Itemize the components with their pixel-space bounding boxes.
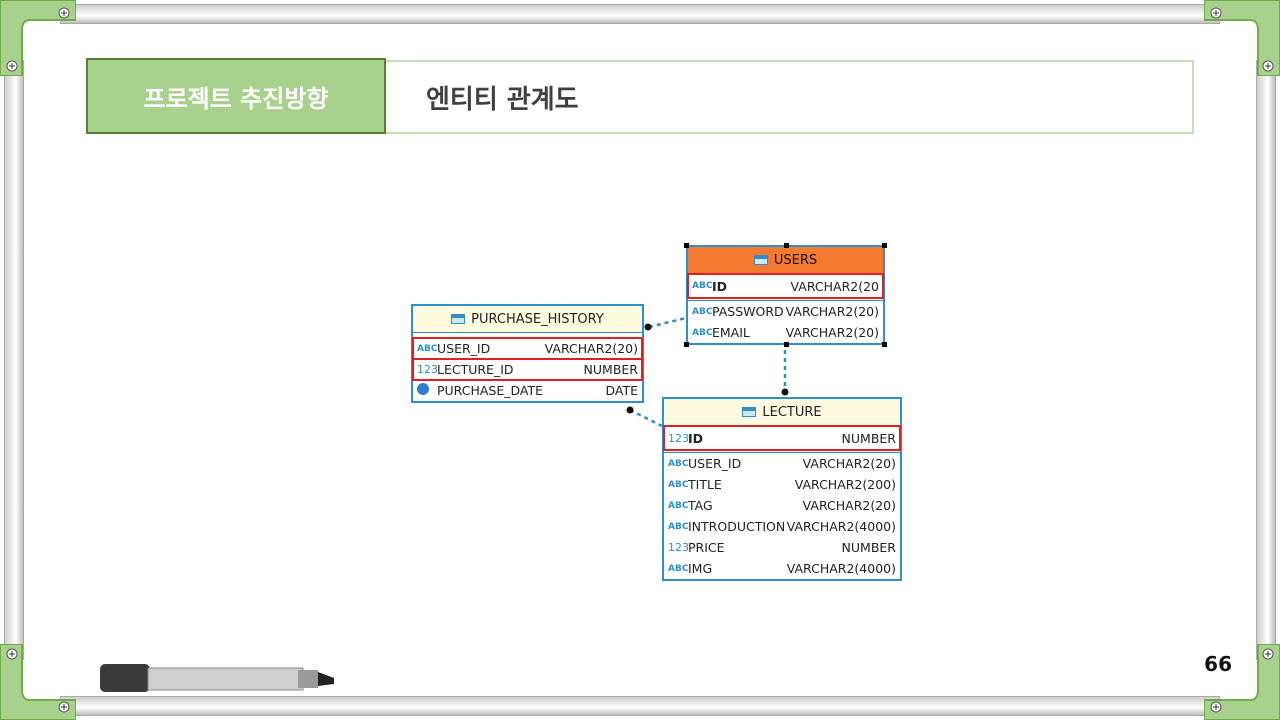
marker-pen-icon bbox=[100, 664, 334, 692]
slide-title: 엔티티 관계도 bbox=[386, 60, 1194, 134]
board-corner-bottom-left bbox=[0, 644, 76, 720]
board-frame-top bbox=[60, 4, 1220, 24]
column-row: 123 PRICE NUMBER bbox=[668, 540, 896, 555]
table-users[interactable]: USERS ABC ID VARCHAR2(20 ABC PASSWORD VA… bbox=[684, 243, 887, 347]
board-frame-bottom bbox=[60, 696, 1220, 716]
clock-icon bbox=[417, 383, 437, 398]
column-row: 123 ID NUMBER bbox=[663, 425, 901, 451]
column-row: 123 LECTURE_ID NUMBER bbox=[412, 358, 643, 381]
number-icon: 123 bbox=[417, 363, 438, 376]
board-frame-left bbox=[4, 60, 24, 660]
column-row: ABC USER_ID VARCHAR2(20) bbox=[412, 337, 643, 360]
section-label: 프로젝트 추진방향 bbox=[86, 58, 386, 134]
page-number: 66 bbox=[1204, 652, 1232, 676]
number-icon: 123 bbox=[668, 431, 689, 445]
rel-end-dot bbox=[644, 323, 652, 331]
table-icon bbox=[742, 407, 757, 417]
selection-handle[interactable] bbox=[684, 243, 689, 248]
selection-handle[interactable] bbox=[784, 342, 789, 347]
varchar-icon: ABC bbox=[668, 563, 689, 574]
selection-handle[interactable] bbox=[882, 342, 887, 347]
table-purchase-history[interactable]: PURCHASE_HISTORY ABC USER_ID VARCHAR2(20… bbox=[411, 304, 644, 403]
varchar-icon: ABC bbox=[668, 500, 689, 511]
table-header: PURCHASE_HISTORY bbox=[413, 306, 642, 333]
varchar-icon: ABC bbox=[692, 281, 713, 291]
varchar-icon: ABC bbox=[668, 479, 689, 490]
board-corner-top-right bbox=[1204, 0, 1280, 76]
rel-end-dot bbox=[781, 388, 789, 396]
column-row: ABC IMG VARCHAR2(4000) bbox=[668, 561, 896, 576]
column-row: PURCHASE_DATE DATE bbox=[413, 380, 642, 401]
board-frame-right bbox=[1256, 60, 1276, 660]
varchar-icon: ABC bbox=[692, 327, 713, 338]
column-row: ABC EMAIL VARCHAR2(20) bbox=[692, 325, 879, 340]
table-lecture[interactable]: LECTURE 123 ID NUMBER ABC USER_ID VARCHA… bbox=[662, 397, 902, 581]
rel-purchase-lecture bbox=[629, 408, 663, 428]
selection-handle[interactable] bbox=[684, 342, 689, 347]
table-header: LECTURE bbox=[664, 399, 900, 426]
varchar-icon: ABC bbox=[692, 306, 713, 317]
rel-end-dot bbox=[626, 406, 634, 414]
column-row: ABC ID VARCHAR2(20 bbox=[687, 273, 884, 299]
column-row: ABC PASSWORD VARCHAR2(20) bbox=[692, 304, 879, 319]
column-row: ABC TAG VARCHAR2(20) bbox=[668, 498, 896, 513]
board-corner-top-left bbox=[0, 0, 76, 76]
column-row: ABC TITLE VARCHAR2(200) bbox=[668, 477, 896, 492]
rel-purchase-users bbox=[648, 316, 687, 329]
selection-handle[interactable] bbox=[784, 243, 789, 248]
varchar-icon: ABC bbox=[668, 521, 689, 532]
varchar-icon: ABC bbox=[417, 343, 438, 354]
column-row: ABC USER_ID VARCHAR2(20) bbox=[668, 456, 896, 471]
table-icon bbox=[753, 255, 768, 265]
varchar-icon: ABC bbox=[668, 458, 689, 469]
table-icon bbox=[451, 314, 466, 324]
number-icon: 123 bbox=[668, 541, 689, 554]
table-header: USERS bbox=[688, 247, 883, 274]
selection-handle[interactable] bbox=[882, 243, 887, 248]
column-row: ABC INTRODUCTION VARCHAR2(4000) bbox=[668, 519, 896, 534]
